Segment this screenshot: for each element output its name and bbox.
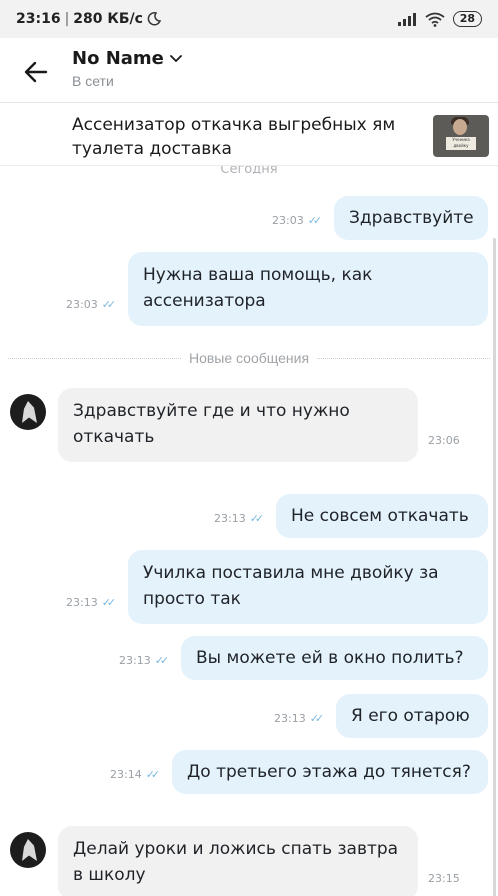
message-text: Нужна ваша помощь, как ассенизатора bbox=[143, 265, 373, 311]
read-check-icon: ✓✓ bbox=[249, 512, 265, 525]
message-text: Здравствуйте где и что нужно откачать bbox=[73, 401, 350, 447]
moon-icon bbox=[147, 12, 161, 26]
message-meta: 23:13 ✓✓ bbox=[66, 596, 117, 609]
back-arrow-icon[interactable] bbox=[22, 58, 50, 86]
message-bubble-outgoing[interactable]: Я его отарою bbox=[336, 694, 488, 738]
divider-line bbox=[317, 357, 491, 359]
message-bubble-incoming[interactable]: Делай уроки и ложись спать завтра в школ… bbox=[58, 826, 418, 896]
message-time: 23:13 bbox=[66, 596, 98, 609]
read-check-icon: ✓✓ bbox=[145, 768, 161, 781]
message-meta: 23:03 ✓✓ bbox=[66, 298, 117, 311]
new-messages-divider: Новые сообщения bbox=[0, 350, 498, 366]
new-messages-label: Новые сообщения bbox=[188, 350, 310, 366]
message-time: 23:13 bbox=[274, 712, 306, 725]
message-time: 23:15 bbox=[428, 872, 460, 885]
signal-icon bbox=[397, 13, 416, 26]
message-meta: 23:14 ✓✓ bbox=[110, 768, 161, 781]
status-bar: 23:16 | 280 КБ/с 28 bbox=[0, 0, 498, 38]
status-right: 28 bbox=[397, 11, 482, 27]
battery-indicator: 28 bbox=[452, 11, 482, 27]
contact-name-row[interactable]: No Name bbox=[72, 48, 182, 69]
avatar[interactable] bbox=[10, 394, 46, 430]
message-meta: 23:06 bbox=[428, 434, 460, 447]
listing-card[interactable]: Ассенизатор откачка выгребных ям туалета… bbox=[0, 103, 498, 166]
scrollbar[interactable] bbox=[493, 238, 496, 896]
message-bubble-outgoing[interactable]: Не совсем откачать bbox=[276, 494, 488, 538]
message-meta: 23:15 bbox=[428, 872, 460, 885]
contact-name: No Name bbox=[72, 48, 164, 69]
message-bubble-outgoing[interactable]: До третьего этажа до тянется? bbox=[172, 750, 488, 794]
avatar-bird-image bbox=[22, 839, 37, 861]
read-check-icon: ✓✓ bbox=[101, 298, 117, 311]
message-time: 23:03 bbox=[66, 298, 98, 311]
message-time: 23:03 bbox=[272, 214, 304, 227]
read-check-icon: ✓✓ bbox=[307, 214, 323, 227]
chevron-down-icon[interactable] bbox=[169, 54, 182, 63]
network-speed: 280 КБ/с bbox=[73, 11, 143, 27]
read-check-icon: ✓✓ bbox=[309, 712, 325, 725]
message-bubble-outgoing[interactable]: Нужна ваша помощь, как ассенизатора bbox=[128, 252, 488, 326]
read-check-icon: ✓✓ bbox=[101, 596, 117, 609]
wifi-icon bbox=[425, 12, 445, 27]
message-bubble-incoming[interactable]: Здравствуйте где и что нужно откачать bbox=[58, 388, 418, 462]
separator: | bbox=[64, 11, 70, 27]
message-time: 23:14 bbox=[110, 768, 142, 781]
message-text: Не совсем откачать bbox=[291, 506, 469, 526]
message-text: Училка поставила мне двойку за просто та… bbox=[143, 563, 439, 609]
chat-area[interactable]: Сегодня Здравствуйте 23:03 ✓✓ Нужна ваша… bbox=[0, 166, 498, 896]
message-time: 23:13 bbox=[214, 512, 246, 525]
avatar-bird-image bbox=[22, 401, 37, 423]
chat-header: No Name В сети bbox=[0, 38, 498, 103]
message-meta: 23:03 ✓✓ bbox=[272, 214, 323, 227]
message-text: Делай уроки и ложись спать завтра в школ… bbox=[73, 839, 399, 885]
listing-title: Ассенизатор откачка выгребных ям туалета… bbox=[72, 115, 396, 159]
read-check-icon: ✓✓ bbox=[154, 654, 170, 667]
message-text: До третьего этажа до тянется? bbox=[187, 762, 471, 782]
message-meta: 23:13 ✓✓ bbox=[214, 512, 265, 525]
message-bubble-outgoing[interactable]: Вы можете ей в окно полить? bbox=[181, 636, 488, 680]
listing-thumbnail[interactable]: Ученика двойку bbox=[433, 115, 489, 157]
thumbnail-face bbox=[453, 119, 467, 135]
message-time: 23:13 bbox=[119, 654, 151, 667]
message-text: Вы можете ей в окно полить? bbox=[196, 648, 464, 668]
divider-line bbox=[8, 357, 181, 359]
avatar[interactable] bbox=[10, 832, 46, 868]
message-bubble-outgoing[interactable]: Здравствуйте bbox=[334, 196, 488, 240]
message-meta: 23:13 ✓✓ bbox=[119, 654, 170, 667]
date-separator: Сегодня bbox=[220, 166, 278, 174]
contact-info[interactable]: No Name В сети bbox=[72, 48, 182, 89]
message-text: Здравствуйте bbox=[349, 208, 474, 228]
message-bubble-outgoing[interactable]: Училка поставила мне двойку за просто та… bbox=[128, 550, 488, 624]
message-meta: 23:13 ✓✓ bbox=[274, 712, 325, 725]
message-time: 23:06 bbox=[428, 434, 460, 447]
clock: 23:16 bbox=[16, 11, 61, 27]
online-status: В сети bbox=[72, 73, 114, 89]
message-text: Я его отарою bbox=[351, 706, 470, 726]
thumbnail-sign: Ученика двойку bbox=[446, 137, 476, 150]
status-left: 23:16 | 280 КБ/с bbox=[16, 11, 161, 27]
